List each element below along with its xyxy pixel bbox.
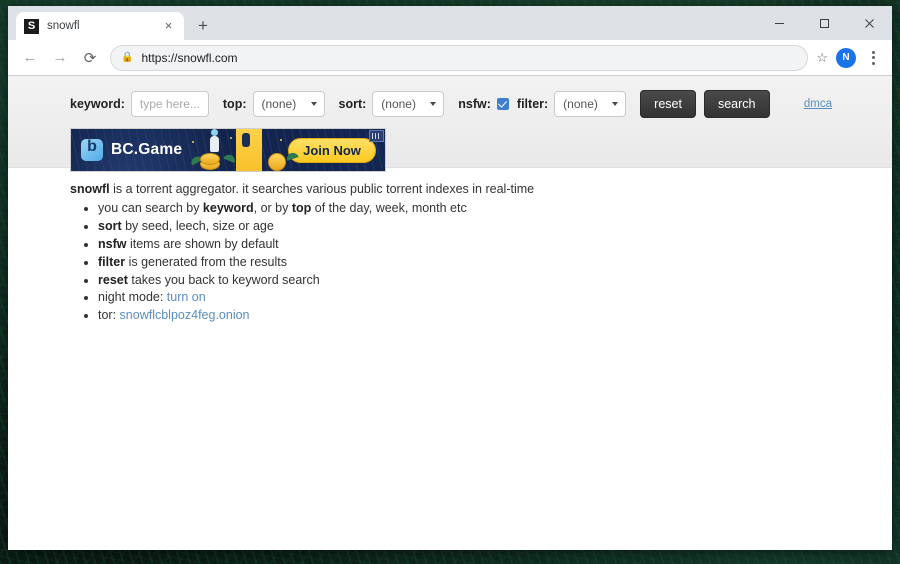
ad-brand-text: BC.Game: [111, 141, 183, 158]
dmca-link[interactable]: dmca: [804, 98, 878, 110]
maximize-button[interactable]: [802, 6, 847, 40]
browser-window: S snowfl × + ← → ⟳ �: [8, 6, 892, 550]
url-text: https://snowfl.com: [141, 50, 238, 65]
night-mode-toggle-link[interactable]: turn on: [167, 290, 206, 304]
bullet-post: items are shown by default: [126, 236, 279, 251]
chevron-down-icon: [310, 102, 317, 106]
reset-button[interactable]: reset: [640, 90, 696, 118]
top-label: top:: [222, 97, 247, 111]
list-item: reset takes you back to keyword search: [98, 273, 892, 288]
bullet-pre: night mode:: [98, 290, 167, 305]
close-window-button[interactable]: [847, 6, 892, 40]
bullet-bold: filter: [98, 254, 126, 269]
sort-select-value: (none): [381, 97, 416, 111]
nsfw-checkbox[interactable]: [496, 98, 509, 110]
tab-strip: S snowfl × +: [8, 6, 892, 40]
window-controls: [757, 6, 892, 40]
filter-label: filter:: [516, 97, 549, 111]
back-icon[interactable]: ←: [16, 44, 44, 72]
bullet-post: by seed, leech, size or age: [121, 218, 274, 233]
forward-icon[interactable]: →: [46, 44, 74, 72]
list-item: filter is generated from the results: [98, 255, 892, 270]
search-button[interactable]: search: [703, 90, 770, 118]
chevron-down-icon: [430, 102, 437, 106]
omnibox[interactable]: 🔒 https://snowfl.com: [110, 44, 809, 71]
ad-artwork: [182, 129, 305, 171]
bullet-bold2: top: [291, 200, 312, 215]
intro-rest: is a torrent aggregator. it searches var…: [109, 182, 535, 196]
list-item: night mode: turn on: [98, 290, 892, 305]
bullet-bold: keyword: [202, 200, 254, 215]
page-viewport: keyword: top: (none) sort: (none) nsfw:: [8, 76, 892, 550]
page-content: snowfl is a torrent aggregator. it searc…: [8, 168, 892, 323]
site-name: snowfl: [70, 182, 110, 196]
tab-title: snowfl: [47, 20, 80, 32]
search-input[interactable]: [130, 91, 209, 117]
favicon-icon: S: [24, 18, 39, 34]
minimize-button[interactable]: [757, 6, 802, 40]
bullet-mid: , or by: [253, 200, 292, 215]
bullet-pre: tor:: [98, 308, 120, 323]
filter-select-value: (none): [563, 97, 598, 111]
sort-select[interactable]: (none): [372, 91, 445, 117]
reload-icon[interactable]: ⟳: [76, 44, 104, 72]
adchoices-icon[interactable]: [369, 130, 384, 142]
close-tab-icon[interactable]: ×: [161, 18, 176, 34]
list-item: tor: snowflcblpoz4feg.onion: [98, 308, 892, 323]
bullet-bold: nsfw: [98, 236, 127, 251]
address-bar: ← → ⟳ 🔒 https://snowfl.com ☆ N: [8, 40, 892, 76]
tor-onion-link[interactable]: snowflcblpoz4feg.onion: [120, 308, 250, 322]
snowfl-search-header: keyword: top: (none) sort: (none) nsfw:: [8, 76, 892, 172]
top-select-value: (none): [261, 97, 297, 111]
bullet-post: is generated from the results: [125, 254, 287, 269]
keyword-label: keyword:: [70, 97, 125, 111]
top-select[interactable]: (none): [252, 91, 325, 117]
intro-text: snowfl is a torrent aggregator. it searc…: [70, 182, 892, 197]
list-item: you can search by keyword, or by top of …: [98, 201, 892, 216]
bookmark-star-icon[interactable]: ☆: [816, 50, 830, 66]
list-item: nsfw items are shown by default: [98, 237, 892, 252]
search-controls-row: keyword: top: (none) sort: (none) nsfw:: [8, 86, 892, 122]
join-now-button[interactable]: Join Now: [288, 137, 376, 163]
lock-icon: 🔒: [121, 52, 134, 63]
desktop-wallpaper: S snowfl × + ← → ⟳ �: [0, 0, 900, 564]
filter-select[interactable]: (none): [554, 91, 627, 117]
tab-snowfl[interactable]: S snowfl ×: [16, 12, 184, 40]
new-tab-button[interactable]: +: [190, 13, 216, 39]
nsfw-label: nsfw:: [458, 97, 491, 111]
kebab-menu-icon[interactable]: [862, 45, 884, 71]
ad-banner[interactable]: BC.Game Join Now: [70, 128, 386, 172]
list-item: sort by seed, leech, size or age: [98, 219, 892, 234]
ad-banner-wrapper: BC.Game Join Now: [8, 122, 892, 172]
feature-list: you can search by keyword, or by top of …: [98, 201, 892, 323]
chevron-down-icon: [612, 102, 619, 106]
bullet-post: of the day, week, month etc: [311, 200, 467, 215]
sort-label: sort:: [338, 97, 367, 111]
profile-avatar[interactable]: N: [836, 47, 856, 68]
bullet-pre: you can search by: [98, 200, 203, 215]
bullet-post: takes you back to keyword search: [127, 272, 320, 287]
bullet-bold: sort: [98, 218, 122, 233]
bullet-bold: reset: [98, 272, 128, 287]
bcgame-logo-icon: [81, 138, 103, 161]
